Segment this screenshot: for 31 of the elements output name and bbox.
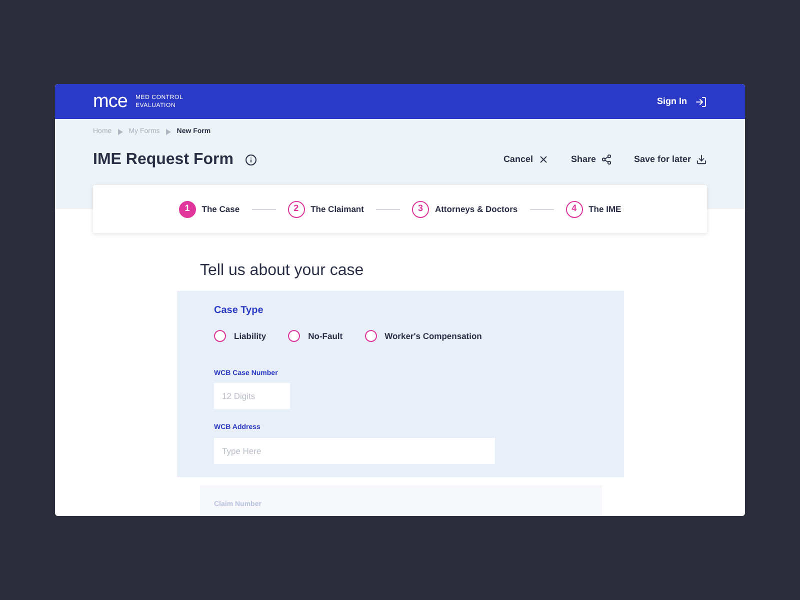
action-button[interactable]: Save for later bbox=[634, 152, 707, 166]
input-field[interactable]: 12 Digits bbox=[214, 383, 290, 410]
radio-option[interactable]: Liability bbox=[214, 330, 266, 343]
radio-button[interactable] bbox=[288, 330, 300, 342]
step-number: 2 bbox=[288, 200, 305, 218]
action-button[interactable]: Cancel bbox=[503, 152, 549, 166]
sign-in-icon bbox=[695, 96, 707, 108]
action-button[interactable]: Share bbox=[570, 152, 612, 166]
share-icon bbox=[600, 154, 612, 165]
breadcrumb-arrow-icon bbox=[118, 129, 123, 136]
radio-button[interactable] bbox=[364, 330, 377, 342]
breadcrumb-arrow-icon bbox=[166, 129, 171, 136]
radio-option[interactable]: Worker's Compensation bbox=[364, 330, 482, 343]
step-tab[interactable]: 3 Attorneys & Doctors bbox=[412, 200, 518, 218]
step-number: 1 bbox=[178, 200, 196, 218]
logo: mce bbox=[93, 92, 128, 111]
step-tab[interactable]: 4 The IME bbox=[566, 200, 622, 218]
step-number: 4 bbox=[566, 200, 583, 218]
radio-button[interactable] bbox=[214, 330, 226, 342]
step-number: 3 bbox=[412, 200, 429, 218]
case-type-label: Case Type bbox=[214, 304, 264, 318]
input-field[interactable]: Type Here bbox=[214, 438, 495, 464]
step-tab[interactable]: 1 The Case bbox=[178, 200, 240, 218]
form-title: IME Request Form bbox=[93, 150, 234, 170]
section-title: Tell us about your case bbox=[200, 261, 365, 281]
close-icon bbox=[538, 154, 549, 165]
download-icon bbox=[696, 154, 707, 165]
sign-in-button[interactable]: Sign In bbox=[657, 94, 707, 108]
radio-option[interactable]: No-Fault bbox=[288, 330, 343, 343]
info-icon[interactable] bbox=[245, 154, 258, 166]
step-tab[interactable]: 2 The Claimant bbox=[288, 200, 364, 218]
